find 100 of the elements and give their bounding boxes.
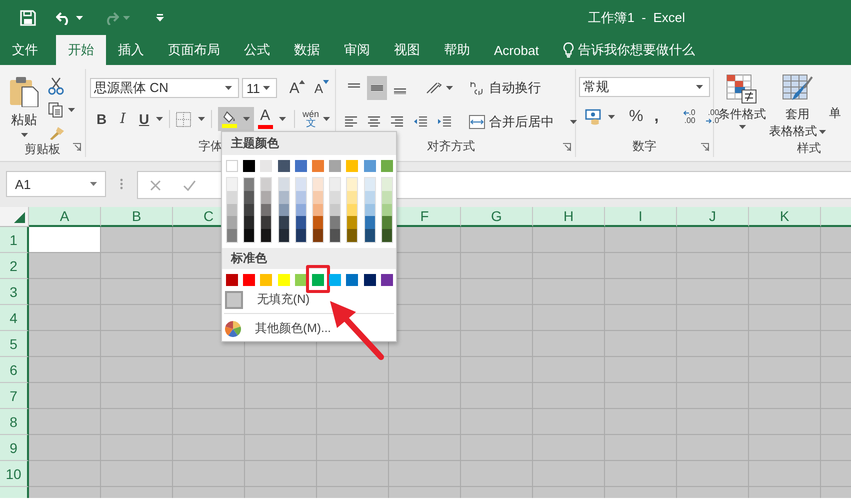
tell-me-field[interactable]: 告诉我你想要做什么 xyxy=(578,35,695,65)
column-header[interactable]: A xyxy=(29,207,101,227)
table-cell[interactable] xyxy=(749,383,821,409)
table-cell[interactable] xyxy=(173,435,245,461)
color-swatch[interactable] xyxy=(312,190,323,204)
table-cell[interactable] xyxy=(389,461,461,487)
merge-caret-icon[interactable] xyxy=(570,120,577,124)
color-swatch[interactable] xyxy=(364,190,374,204)
table-cell[interactable] xyxy=(749,435,821,461)
color-swatch[interactable] xyxy=(261,190,272,204)
increase-indent-icon[interactable] xyxy=(437,116,452,128)
table-cell[interactable] xyxy=(461,227,533,253)
table-cell[interactable] xyxy=(29,383,101,409)
color-swatch[interactable] xyxy=(382,229,392,242)
wrap-text-icon[interactable] xyxy=(469,80,485,96)
table-cell[interactable] xyxy=(245,409,317,435)
color-swatch[interactable] xyxy=(330,190,340,204)
color-swatch[interactable] xyxy=(347,190,358,204)
ribbon-tab[interactable]: 公式 xyxy=(232,35,282,65)
table-cell[interactable] xyxy=(749,253,821,279)
fill-color-caret-icon[interactable] xyxy=(242,117,250,121)
table-cell[interactable] xyxy=(677,331,749,357)
color-swatch[interactable] xyxy=(261,216,272,230)
table-cell[interactable] xyxy=(605,357,677,383)
color-swatch[interactable] xyxy=(312,274,324,286)
table-cell[interactable] xyxy=(821,331,851,357)
clipboard-paste-icon[interactable] xyxy=(8,75,40,107)
table-cell[interactable] xyxy=(533,383,605,409)
table-cell[interactable] xyxy=(605,305,677,331)
row-header[interactable]: 8 xyxy=(0,409,29,435)
table-cell[interactable] xyxy=(317,435,389,461)
table-cell[interactable] xyxy=(101,435,173,461)
table-cell[interactable] xyxy=(29,409,101,435)
table-cell[interactable] xyxy=(749,357,821,383)
ribbon-tab[interactable]: 数据 xyxy=(282,35,332,65)
increase-font-size-button[interactable]: A xyxy=(286,77,308,99)
table-cell[interactable] xyxy=(821,435,851,461)
color-swatch[interactable] xyxy=(227,216,237,230)
sheet-corner[interactable] xyxy=(0,207,29,227)
ribbon-tab[interactable]: 开始 xyxy=(56,35,106,65)
comma-style-button[interactable]: , xyxy=(651,106,662,128)
table-cell[interactable] xyxy=(533,409,605,435)
color-swatch[interactable] xyxy=(382,190,392,204)
color-swatch[interactable] xyxy=(382,178,392,191)
cut-icon[interactable] xyxy=(48,77,64,95)
underline-button[interactable]: U xyxy=(134,108,154,130)
table-cell[interactable] xyxy=(389,331,461,357)
color-swatch[interactable] xyxy=(278,204,289,216)
active-cell[interactable] xyxy=(29,227,101,253)
color-swatch[interactable] xyxy=(312,229,323,242)
italic-button[interactable]: I xyxy=(113,108,132,130)
color-swatch[interactable] xyxy=(312,204,323,216)
paste-caret-icon[interactable] xyxy=(20,133,28,137)
color-swatch[interactable] xyxy=(330,229,340,242)
color-swatch[interactable] xyxy=(227,204,237,216)
row-header[interactable]: 9 xyxy=(0,435,29,461)
table-cell[interactable] xyxy=(605,227,677,253)
table-cell[interactable] xyxy=(677,357,749,383)
format-as-table-caret-icon[interactable] xyxy=(819,130,826,134)
color-swatch[interactable] xyxy=(329,160,342,172)
borders-icon[interactable] xyxy=(176,112,191,126)
table-cell[interactable] xyxy=(461,357,533,383)
bold-button[interactable]: B xyxy=(92,108,112,130)
color-swatch[interactable] xyxy=(380,160,393,172)
table-cell[interactable] xyxy=(677,409,749,435)
color-swatch[interactable] xyxy=(364,204,374,216)
table-cell[interactable] xyxy=(677,383,749,409)
table-cell[interactable] xyxy=(461,253,533,279)
ribbon-tab[interactable]: 视图 xyxy=(382,35,432,65)
color-swatch[interactable] xyxy=(364,178,374,191)
table-cell[interactable] xyxy=(317,383,389,409)
color-swatch[interactable] xyxy=(244,216,254,230)
row-header[interactable]: 3 xyxy=(0,279,29,305)
name-box-caret-icon[interactable] xyxy=(90,182,97,186)
table-cell[interactable] xyxy=(533,461,605,487)
color-swatch[interactable] xyxy=(364,229,374,242)
table-cell[interactable] xyxy=(821,409,851,435)
save-icon[interactable] xyxy=(20,10,36,26)
increase-decimal-button[interactable]: .0 .00 xyxy=(680,106,698,128)
color-swatch[interactable] xyxy=(226,274,238,286)
color-swatch[interactable] xyxy=(364,160,376,172)
row-header[interactable]: 10 xyxy=(0,461,29,487)
color-swatch[interactable] xyxy=(364,216,374,230)
table-cell[interactable] xyxy=(29,357,101,383)
currency-caret-icon[interactable] xyxy=(608,115,615,119)
color-swatch[interactable] xyxy=(294,160,307,172)
color-swatch[interactable] xyxy=(296,229,306,242)
table-cell[interactable] xyxy=(245,357,317,383)
dialog-launcher-icon[interactable] xyxy=(73,143,81,151)
color-swatch[interactable] xyxy=(329,274,342,286)
table-cell[interactable] xyxy=(389,357,461,383)
table-cell[interactable] xyxy=(749,461,821,487)
ribbon-tab[interactable]: 页面布局 xyxy=(156,35,232,65)
table-cell[interactable] xyxy=(533,357,605,383)
column-header[interactable]: H xyxy=(533,207,605,227)
vertical-align-button[interactable] xyxy=(367,76,387,100)
color-swatch[interactable] xyxy=(347,204,358,216)
conditional-format-icon[interactable] xyxy=(726,74,758,104)
cancel-icon[interactable] xyxy=(150,180,161,190)
color-swatch[interactable] xyxy=(244,229,254,242)
